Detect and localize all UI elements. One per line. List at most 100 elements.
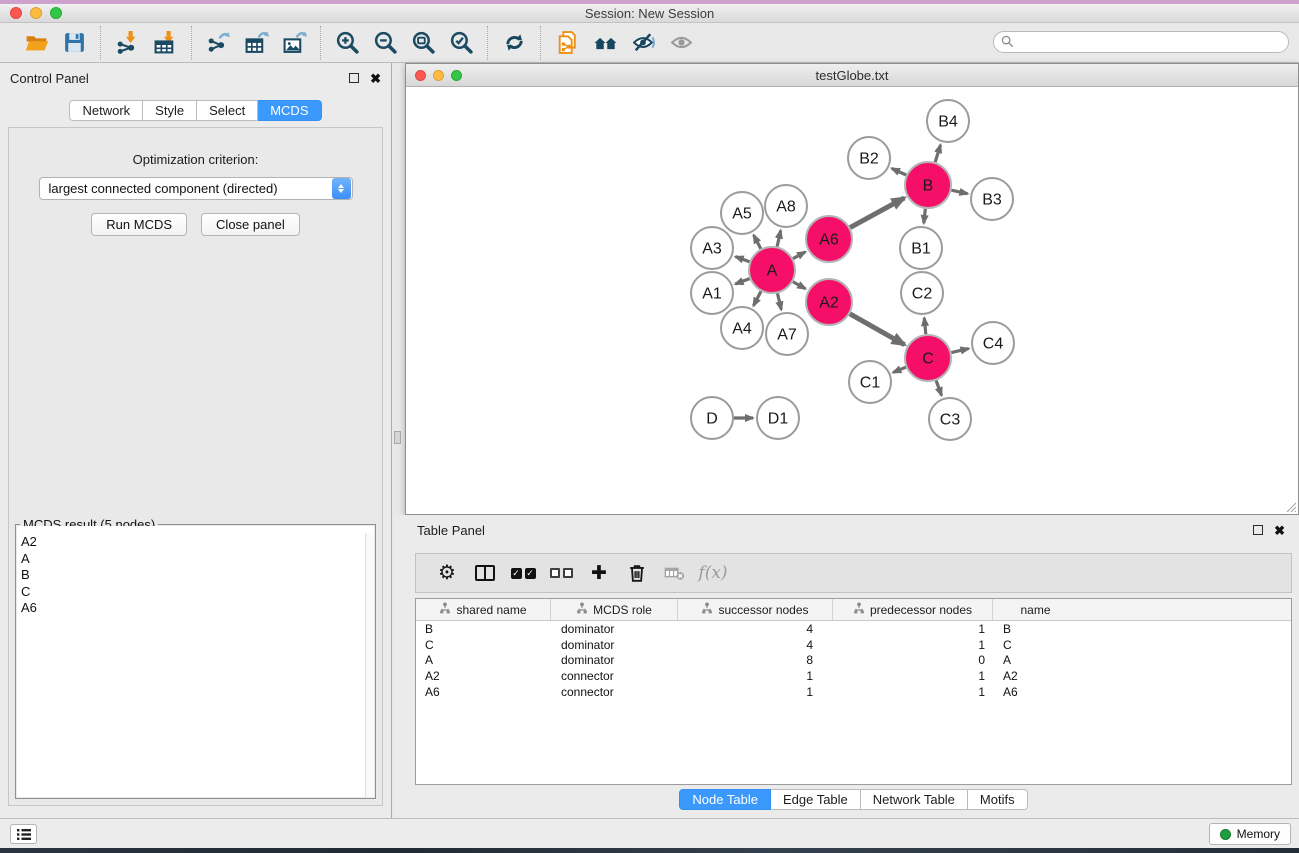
zoom-out-icon[interactable] (366, 27, 404, 59)
tab-mcds[interactable]: MCDS (258, 100, 321, 121)
delete-table-icon[interactable] (656, 556, 694, 590)
task-history-button[interactable] (10, 824, 37, 844)
graph-edge-B-B1[interactable] (924, 209, 926, 223)
mcds-result-list[interactable]: A2ABCA6 (17, 526, 374, 797)
refresh-layout-icon[interactable] (495, 27, 533, 59)
clone-network-icon[interactable] (548, 27, 586, 59)
add-column-icon[interactable]: ✚ (580, 556, 618, 590)
graph-edge-B-B2[interactable] (892, 168, 906, 175)
tab-node-table[interactable]: Node Table (679, 789, 771, 810)
graph-node-B2[interactable]: B2 (848, 137, 890, 179)
graph-node-A2[interactable]: A2 (806, 279, 852, 325)
save-session-icon[interactable] (55, 27, 93, 59)
graph-node-C[interactable]: C (905, 335, 951, 381)
tab-motifs[interactable]: Motifs (968, 789, 1028, 810)
graph-edge-A-A2[interactable] (793, 282, 806, 289)
deselect-all-checks-icon[interactable] (542, 556, 580, 590)
graph-edge-A-A7[interactable] (777, 293, 781, 309)
float-table-panel-icon[interactable] (1253, 525, 1263, 535)
zoom-in-icon[interactable] (328, 27, 366, 59)
graph-node-B3[interactable]: B3 (971, 178, 1013, 220)
result-item[interactable]: A2 (17, 534, 374, 551)
optimization-criterion-select[interactable]: largest connected component (directed) (39, 177, 353, 200)
graph-edge-B-B4[interactable] (935, 145, 940, 162)
apply-function-icon[interactable]: f(x) (694, 556, 732, 590)
close-panel-button[interactable]: Close panel (201, 213, 300, 236)
panel-splitter-handle[interactable] (394, 431, 401, 444)
graph-edge-C-C3[interactable] (936, 381, 941, 396)
result-item[interactable]: B (17, 567, 374, 584)
column-header-successor-nodes[interactable]: successor nodes (678, 599, 833, 620)
home-icon[interactable] (586, 27, 624, 59)
graph-edge-C-C4[interactable] (951, 349, 968, 353)
memory-button[interactable]: Memory (1209, 823, 1291, 845)
table-row[interactable]: Bdominator41B (416, 621, 1291, 637)
zoom-selected-icon[interactable] (442, 27, 480, 59)
graph-node-C1[interactable]: C1 (849, 361, 891, 403)
graph-node-A1[interactable]: A1 (691, 272, 733, 314)
graph-node-A5[interactable]: A5 (721, 192, 763, 234)
open-file-icon[interactable] (17, 27, 55, 59)
graph-node-D1[interactable]: D1 (757, 397, 799, 439)
float-panel-icon[interactable] (349, 73, 359, 83)
graph-edge-A2-C[interactable] (850, 314, 905, 345)
graph-node-C4[interactable]: C4 (972, 322, 1014, 364)
graph-node-A6[interactable]: A6 (806, 216, 852, 262)
import-table-icon[interactable] (146, 27, 184, 59)
graph-edge-C-C2[interactable] (924, 318, 925, 334)
result-item[interactable]: C (17, 584, 374, 601)
network-window-titlebar[interactable]: testGlobe.txt (406, 64, 1298, 87)
table-row[interactable]: Cdominator41C (416, 637, 1291, 653)
tab-edge-table[interactable]: Edge Table (771, 789, 861, 810)
graph-node-A7[interactable]: A7 (766, 313, 808, 355)
graph-node-A8[interactable]: A8 (765, 185, 807, 227)
select-all-checks-icon[interactable]: ✓✓ (504, 556, 542, 590)
graph-node-C3[interactable]: C3 (929, 398, 971, 440)
graph-edge-A6-B[interactable] (850, 198, 904, 228)
tab-style[interactable]: Style (143, 100, 197, 121)
column-header-mcds-role[interactable]: MCDS role (551, 599, 678, 620)
graph-node-A4[interactable]: A4 (721, 307, 763, 349)
graph-edge-A-A3[interactable] (735, 257, 749, 262)
zoom-fit-icon[interactable] (404, 27, 442, 59)
export-table-icon[interactable] (237, 27, 275, 59)
resize-grip-icon[interactable] (1284, 500, 1297, 513)
graph-edge-B-B3[interactable] (951, 190, 967, 194)
import-network-icon[interactable] (108, 27, 146, 59)
column-header-shared-name[interactable]: shared name (416, 599, 551, 620)
run-mcds-button[interactable]: Run MCDS (91, 213, 187, 236)
table-settings-icon[interactable]: ⚙ (428, 556, 466, 590)
tab-network[interactable]: Network (69, 100, 143, 121)
table-row[interactable]: A2connector11A2 (416, 668, 1291, 684)
graph-node-A3[interactable]: A3 (691, 227, 733, 269)
graph-node-D[interactable]: D (691, 397, 733, 439)
delete-column-icon[interactable] (618, 556, 656, 590)
hide-selected-icon[interactable] (624, 27, 662, 59)
search-input[interactable] (993, 31, 1289, 53)
graph-node-A[interactable]: A (749, 247, 795, 293)
export-network-icon[interactable] (199, 27, 237, 59)
show-all-icon[interactable] (662, 27, 700, 59)
graph-node-B1[interactable]: B1 (900, 227, 942, 269)
graph-edge-A-A5[interactable] (754, 235, 761, 249)
table-row[interactable]: A6connector11A6 (416, 684, 1291, 700)
graph-edge-A-A1[interactable] (735, 279, 749, 284)
result-item[interactable]: A (17, 551, 374, 568)
tab-select[interactable]: Select (197, 100, 258, 121)
export-image-icon[interactable] (275, 27, 313, 59)
show-columns-icon[interactable] (466, 556, 504, 590)
close-panel-icon[interactable]: ✖ (370, 72, 381, 85)
close-table-panel-icon[interactable]: ✖ (1274, 524, 1285, 537)
column-header-predecessor-nodes[interactable]: predecessor nodes (833, 599, 993, 620)
result-item[interactable]: A6 (17, 600, 374, 617)
graph-edge-C-C1[interactable] (893, 367, 906, 372)
graph-edge-A-A8[interactable] (777, 230, 781, 246)
table-row[interactable]: Adominator80A (416, 653, 1291, 669)
graph-node-B[interactable]: B (905, 162, 951, 208)
result-scrollbar[interactable] (365, 533, 374, 797)
network-canvas[interactable]: B4 B2 B B3 A8A5 A6 A3 B1 A A1 C2 A2 A4A7 C4 C C1 C3 D D1 (406, 87, 1298, 514)
graph-node-B4[interactable]: B4 (927, 100, 969, 142)
graph-node-C2[interactable]: C2 (901, 272, 943, 314)
graph-edge-A-A4[interactable] (753, 291, 760, 305)
column-header-name[interactable]: name (993, 599, 1078, 620)
